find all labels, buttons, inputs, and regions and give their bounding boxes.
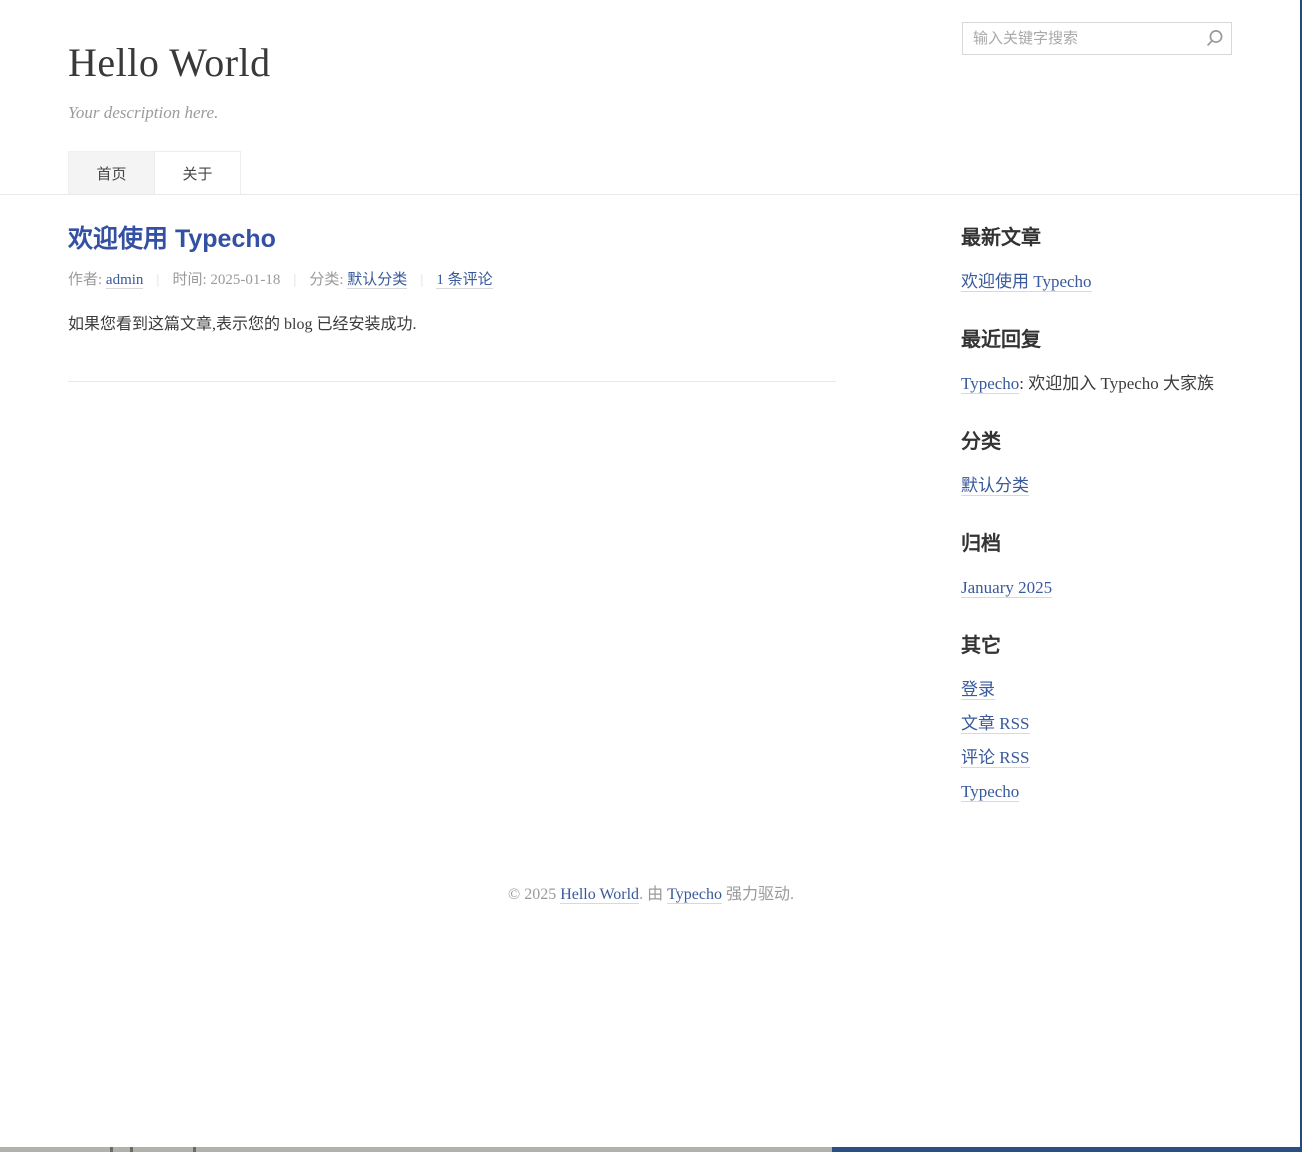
nav-tab-home[interactable]: 首页 [68, 151, 155, 194]
meta-separator: | [420, 272, 423, 288]
site-header: Hello World Your description here. 首页 关于 [0, 0, 1302, 195]
typecho-link[interactable]: Typecho [961, 782, 1019, 802]
search-icon[interactable] [1205, 29, 1224, 48]
copyright-text: © 2025 [508, 886, 560, 903]
widget-title: 分类 [961, 429, 1234, 455]
taskbar-sliver[interactable] [0, 1147, 1302, 1152]
taskbar-icon-tick [110, 1147, 113, 1152]
taskbar-icon-tick [130, 1147, 133, 1152]
meta-separator: | [156, 272, 159, 288]
widget-recent-posts: 最新文章 欢迎使用 Typecho [961, 225, 1234, 293]
main-wrap: 欢迎使用 Typecho 作者: admin | 时间: 2025-01-18 | 分类… [68, 195, 1234, 837]
footer-typecho-link[interactable]: Typecho [667, 886, 722, 904]
list-item: 欢迎使用 Typecho [961, 271, 1234, 293]
list-item: 评论 RSS [961, 747, 1234, 769]
login-link[interactable]: 登录 [961, 680, 995, 700]
widget-title: 其它 [961, 633, 1234, 659]
category-link[interactable]: 默认分类 [347, 272, 407, 289]
post-rss-link[interactable]: 文章 RSS [961, 714, 1030, 734]
nav-tab-about[interactable]: 关于 [154, 151, 241, 194]
list-item: 文章 RSS [961, 713, 1234, 735]
search-box [962, 22, 1232, 55]
reply-text: : 欢迎加入 Typecho 大家族 [1019, 374, 1214, 393]
list-item: 默认分类 [961, 475, 1234, 497]
widget-categories: 分类 默认分类 [961, 429, 1234, 497]
time-label: 时间: [172, 272, 210, 288]
footer-site-link[interactable]: Hello World [560, 886, 639, 904]
comment-rss-link[interactable]: 评论 RSS [961, 748, 1030, 768]
taskbar-icon-tick [193, 1147, 196, 1152]
author-link[interactable]: admin [106, 272, 144, 289]
widget-title: 归档 [961, 531, 1234, 557]
meta-separator: | [293, 272, 296, 288]
post: 欢迎使用 Typecho 作者: admin | 时间: 2025-01-18 | 分类… [68, 225, 836, 335]
post-body: 如果您看到这篇文章,表示您的 blog 已经安装成功. [68, 314, 836, 335]
list-item: January 2025 [961, 577, 1234, 599]
search-input[interactable] [962, 22, 1232, 55]
reply-author-link[interactable]: Typecho [961, 374, 1019, 394]
taskbar-active-segment [832, 1147, 1302, 1152]
widget-title: 最近回复 [961, 327, 1234, 353]
widget-archives: 归档 January 2025 [961, 531, 1234, 599]
list-item: 登录 [961, 679, 1234, 701]
post-list: 欢迎使用 Typecho 作者: admin | 时间: 2025-01-18 | 分类… [68, 195, 836, 837]
sidebar: 最新文章 欢迎使用 Typecho 最近回复 Typecho: 欢迎加入 Typ… [961, 195, 1234, 837]
post-date: 2025-01-18 [210, 272, 280, 288]
site-footer: © 2025 Hello World. 由 Typecho 强力驱动. [68, 885, 1234, 905]
post-title-link[interactable]: 欢迎使用 Typecho [68, 225, 836, 254]
post-divider [68, 381, 836, 382]
archive-link[interactable]: January 2025 [961, 578, 1052, 598]
widget-title: 最新文章 [961, 225, 1234, 251]
category-label: 分类: [309, 272, 347, 288]
widget-misc: 其它 登录 文章 RSS 评论 RSS Typecho [961, 633, 1234, 803]
recent-post-link[interactable]: 欢迎使用 Typecho [961, 272, 1092, 292]
list-item: Typecho: 欢迎加入 Typecho 大家族 [961, 373, 1234, 395]
post-meta: 作者: admin | 时间: 2025-01-18 | 分类: 默认分类 | 1 条评论 [68, 270, 836, 290]
author-label: 作者: [68, 272, 106, 288]
main-nav: 首页 关于 [68, 151, 1234, 194]
footer-powered-text: 强力驱动. [722, 886, 794, 903]
category-sidebar-link[interactable]: 默认分类 [961, 476, 1029, 496]
comments-link[interactable]: 1 条评论 [436, 272, 492, 289]
site-description: Your description here. [68, 102, 1234, 123]
footer-middle-text: . 由 [639, 886, 667, 903]
list-item: Typecho [961, 781, 1234, 803]
widget-recent-replies: 最近回复 Typecho: 欢迎加入 Typecho 大家族 [961, 327, 1234, 395]
